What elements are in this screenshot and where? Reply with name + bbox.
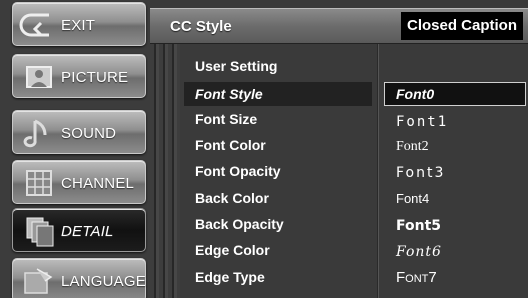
title-bar: CC Style Closed Caption xyxy=(150,8,528,44)
main-menu: EXIT PICTURE SOUND CHANNEL DETAIL LANGUA… xyxy=(0,0,150,298)
option-font-size[interactable]: Font Size xyxy=(184,107,372,131)
font-choice-4[interactable]: Font4 xyxy=(384,187,526,211)
section-badge: Closed Caption xyxy=(400,12,523,40)
page-title: CC Style xyxy=(170,18,232,35)
menu-language-button[interactable]: LANGUAGE xyxy=(12,258,146,298)
font-choice-1[interactable]: Font1 xyxy=(384,110,526,134)
option-back-opacity[interactable]: Back Opacity xyxy=(184,212,372,236)
picture-icon xyxy=(26,66,52,88)
font-choice-2[interactable]: Font2 xyxy=(384,135,526,159)
font-choice-7[interactable]: Font7 xyxy=(384,266,526,290)
detail-pages-icon xyxy=(26,217,54,247)
menu-sound-button[interactable]: SOUND xyxy=(12,110,146,154)
option-user-setting[interactable]: User Setting xyxy=(184,54,372,78)
menu-picture-label: PICTURE xyxy=(61,69,129,86)
menu-channel-button[interactable]: CHANNEL xyxy=(12,160,146,204)
font-choice-5[interactable]: Font5 xyxy=(384,214,526,238)
option-font-color[interactable]: Font Color xyxy=(184,133,372,157)
option-edge-color[interactable]: Edge Color xyxy=(184,238,372,262)
menu-detail-button[interactable]: DETAIL xyxy=(12,208,146,252)
menu-channel-label: CHANNEL xyxy=(61,175,135,192)
option-font-style[interactable]: Font Style xyxy=(184,82,372,106)
option-font-opacity[interactable]: Font Opacity xyxy=(184,159,372,183)
exit-arrow-icon xyxy=(19,13,49,37)
option-back-color[interactable]: Back Color xyxy=(184,186,372,210)
menu-exit-button[interactable]: EXIT xyxy=(12,2,146,46)
font-choice-6[interactable]: Font6 xyxy=(384,240,526,264)
column-divider xyxy=(377,44,379,298)
font-choice-3[interactable]: Font3 xyxy=(384,161,526,185)
decorative-stripes xyxy=(150,44,180,298)
menu-picture-button[interactable]: PICTURE xyxy=(12,54,146,98)
channel-grid-icon xyxy=(26,170,52,196)
cc-style-panel: CC Style Closed Caption User Setting Fon… xyxy=(150,0,528,298)
option-edge-type[interactable]: Edge Type xyxy=(184,265,372,289)
menu-language-label: LANGUAGE xyxy=(61,273,146,290)
menu-sound-label: SOUND xyxy=(61,125,117,142)
language-icon xyxy=(24,268,53,294)
sound-note-icon xyxy=(23,119,47,148)
menu-exit-label: EXIT xyxy=(61,17,96,34)
font-choice-0[interactable]: Font0 xyxy=(384,82,526,106)
menu-detail-label: DETAIL xyxy=(61,223,114,240)
